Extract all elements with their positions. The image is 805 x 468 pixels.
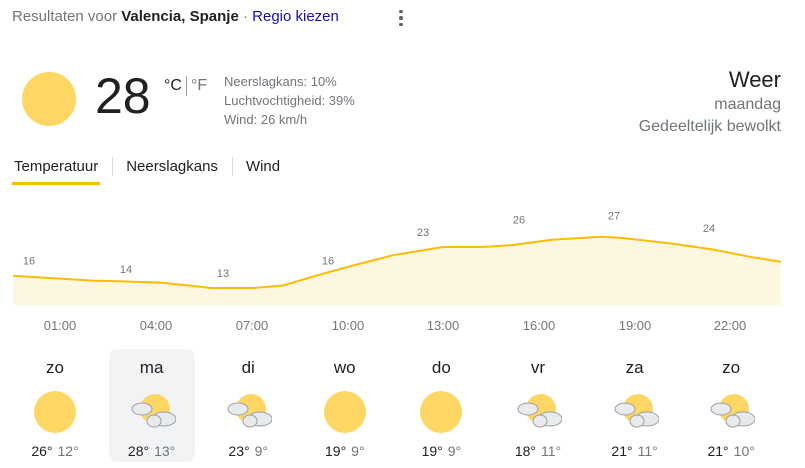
partly-cloudy-icon: [224, 388, 273, 436]
weather-day: maandag: [714, 96, 781, 113]
max-temp: 19°: [421, 443, 443, 459]
day-name: do: [431, 358, 451, 377]
fahrenheit-toggle[interactable]: °F: [191, 77, 207, 95]
day-temperatures: 21° 11°: [611, 443, 657, 459]
day-card[interactable]: do 19° 9°: [398, 349, 484, 462]
partly-cloudy-icon: [128, 388, 177, 436]
partly-cloudy-icon: [611, 388, 660, 436]
time-label: 04:00: [139, 318, 173, 333]
day-temperatures: 28° 13°: [128, 443, 175, 459]
tab-temperature[interactable]: Temperatuur: [12, 154, 112, 185]
day-temperatures: 19° 9°: [325, 443, 365, 459]
max-temp: 26°: [31, 443, 53, 459]
time-label: 01:00: [43, 318, 77, 333]
sunny-icon: [321, 388, 369, 436]
partly-cloudy-icon: [707, 388, 756, 436]
day-name: zo: [46, 358, 64, 377]
chart-tabs: Temperatuur Neerslagkans Wind: [12, 154, 294, 185]
day-name: vr: [530, 358, 546, 377]
day-name: za: [625, 358, 644, 377]
max-temp: 21°: [707, 443, 729, 459]
min-temp: 9°: [447, 443, 462, 459]
min-temp: 13°: [154, 443, 176, 459]
celsius-toggle[interactable]: °C: [164, 77, 182, 95]
partly-cloudy-icon: [514, 388, 563, 436]
min-temp: 9°: [351, 443, 365, 459]
day-name: ma: [139, 358, 164, 377]
day-name: wo: [333, 358, 356, 377]
time-label: 13:00: [426, 318, 460, 333]
day-temperatures: 18° 11°: [515, 443, 561, 459]
location-name: Valencia, Spanje: [121, 8, 239, 25]
day-card[interactable]: wo 19° 9°: [302, 349, 388, 462]
day-temperatures: 19° 9°: [422, 443, 462, 459]
weather-title: Weer: [728, 67, 781, 92]
day-card[interactable]: ma 28° 13°: [108, 349, 195, 462]
sunny-icon: [22, 72, 76, 126]
sunny-icon: [31, 388, 79, 436]
day-temperatures: 21° 10°: [707, 443, 754, 459]
data-label: 16: [322, 256, 334, 268]
min-temp: 11°: [637, 443, 658, 459]
day-card[interactable]: di 23° 9°: [205, 349, 291, 462]
data-label: 16: [23, 256, 35, 268]
min-temp: 10°: [733, 443, 755, 459]
day-name: zo: [722, 358, 741, 377]
data-label: 27: [608, 211, 620, 223]
min-temp: 9°: [254, 443, 268, 459]
day-name: di: [241, 358, 255, 377]
max-temp: 19°: [325, 443, 347, 459]
wind-speed: Wind: 26 km/h: [224, 112, 308, 127]
time-label: 16:00: [522, 318, 556, 333]
day-temperatures: 23° 9°: [228, 443, 268, 459]
separator: ·: [238, 8, 253, 25]
daily-forecast: zo 26° 12° ma 28° 13° di 23° 9° wo 19° 9° do 19° 9° vr 1…: [12, 349, 785, 462]
location-line: Resultaten voor Valencia, Spanje · Regio…: [12, 8, 339, 25]
max-temp: 18°: [514, 443, 536, 459]
weather-summary: Weer maandag Gedeeltelijk bewolkt: [639, 66, 781, 138]
day-card[interactable]: zo 21° 10°: [688, 349, 774, 462]
results-prefix: Resultaten voor: [12, 8, 122, 25]
time-label: 19:00: [618, 318, 652, 333]
time-label: 10:00: [331, 318, 365, 333]
time-label: 22:00: [713, 318, 747, 333]
current-temperature: 28: [95, 68, 151, 124]
max-temp: 28°: [127, 443, 150, 459]
min-temp: 12°: [57, 443, 79, 459]
time-label: 07:00: [235, 318, 269, 333]
tab-precipitation[interactable]: Neerslagkans: [112, 154, 232, 185]
sunny-icon: [417, 388, 465, 436]
day-card[interactable]: za 21° 11°: [592, 349, 678, 462]
precipitation-chance: Neerslagkans: 10%: [224, 74, 337, 89]
data-label: 14: [120, 264, 132, 276]
choose-region-link[interactable]: Regio kiezen: [252, 8, 339, 25]
max-temp: 21°: [611, 443, 633, 459]
min-temp: 11°: [540, 443, 562, 459]
more-vert-icon[interactable]: [393, 7, 409, 29]
humidity: Luchtvochtigheid: 39%: [224, 93, 355, 108]
max-temp: 23°: [228, 443, 250, 459]
data-label: 23: [417, 227, 429, 239]
unit-switch: °C °F: [164, 76, 207, 96]
tab-wind[interactable]: Wind: [231, 154, 294, 185]
unit-separator: [185, 76, 187, 96]
data-label: 26: [513, 215, 525, 227]
weather-condition: Gedeeltelijk bewolkt: [638, 118, 781, 135]
temperature-chart: 16 14 13 16 23 26 27 24: [13, 211, 781, 305]
day-card[interactable]: vr 18° 11°: [495, 349, 581, 462]
day-temperatures: 26° 12°: [31, 443, 78, 459]
time-axis: 01:00 04:00 07:00 10:00 13:00 16:00 19:00 22:00: [13, 318, 781, 338]
weather-details: Neerslagkans: 10% Luchtvochtigheid: 39% …: [224, 72, 355, 129]
data-label: 13: [217, 268, 229, 280]
data-label: 24: [703, 223, 715, 235]
day-card[interactable]: zo 26° 12°: [12, 349, 98, 462]
